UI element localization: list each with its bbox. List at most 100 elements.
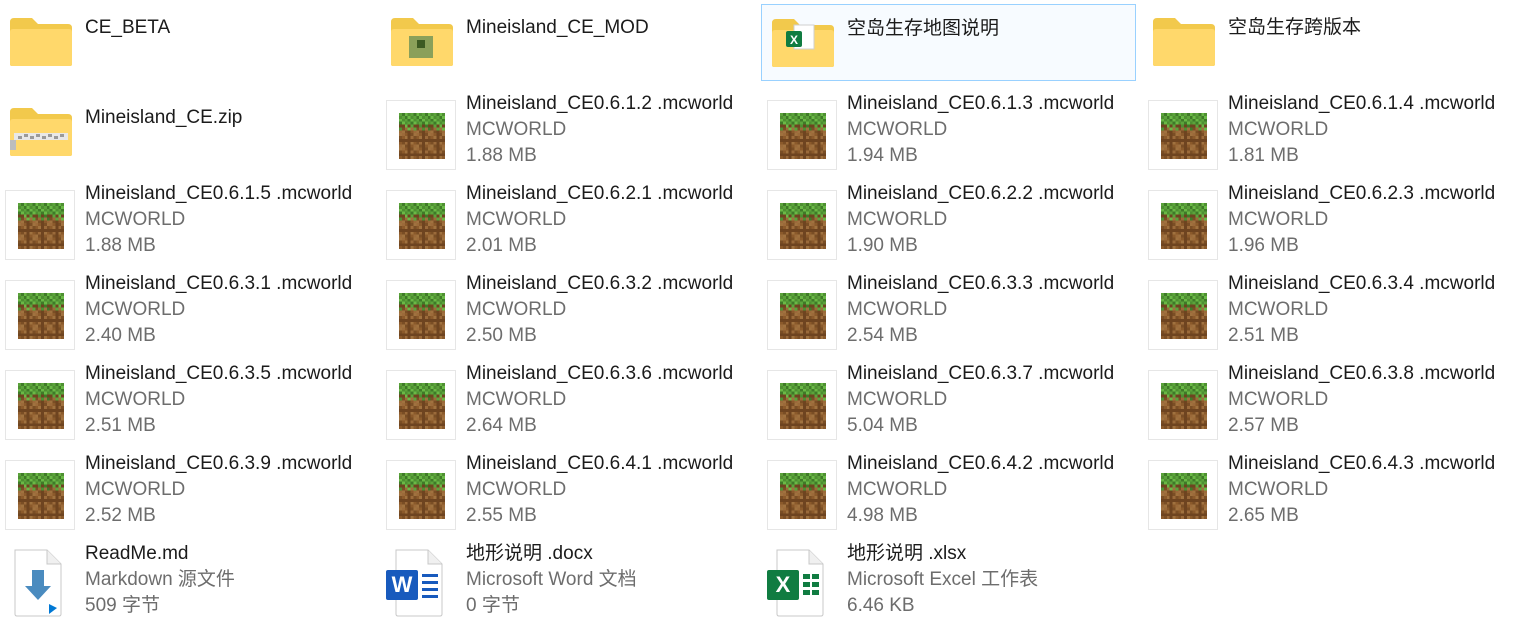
file-size: 1.88 MB: [466, 145, 537, 166]
file-type: Microsoft Excel 工作表: [847, 569, 1039, 590]
file-item[interactable]: Mineisland_CE0.6.1.2 .mcworld MCWORLD 1.88…: [381, 93, 756, 172]
file-size: 0 字节: [466, 595, 520, 616]
file-item[interactable]: Mineisland_CE0.6.4.3 .mcworld MCWORLD 2.65…: [1143, 453, 1518, 532]
file-name: Mineisland_CE0.6.4.2 .mcworld: [847, 453, 1115, 474]
file-name: Mineisland_CE0.6.2.3 .mcworld: [1228, 183, 1496, 204]
file-type: MCWORLD: [466, 119, 567, 140]
file-item[interactable]: Mineisland_CE0.6.2.2 .mcworld MCWORLD 1.90…: [762, 183, 1137, 262]
svg-text:X: X: [790, 33, 798, 47]
file-type: MCWORLD: [85, 389, 186, 410]
file-item[interactable]: Mineisland_CE0.6.2.1 .mcworld MCWORLD 2.01…: [381, 183, 756, 262]
file-item[interactable]: Mineisland_CE0.6.1.4 .mcworld MCWORLD 1.81…: [1143, 93, 1518, 172]
file-name: Mineisland_CE0.6.2.1 .mcworld: [466, 183, 734, 204]
file-item[interactable]: Mineisland_CE0.6.2.3 .mcworld MCWORLD 1.96…: [1143, 183, 1518, 262]
file-item[interactable]: Mineisland_CE0.6.1.5 .mcworld MCWORLD 1.88…: [0, 183, 375, 262]
file-grid: CE_BETA Mineisland_CE_MOD X 空岛生存地图说明 空岛生…: [0, 0, 1538, 637]
minecraft-world-icon: [767, 370, 837, 440]
file-item[interactable]: CE_BETA: [0, 4, 375, 82]
file-item[interactable]: Mineisland_CE0.6.3.2 .mcworld MCWORLD 2.50…: [381, 273, 756, 352]
file-name: Mineisland_CE.zip: [85, 107, 243, 128]
minecraft-world-icon: [767, 280, 837, 350]
markdown-file-icon: [5, 548, 65, 623]
file-name: Mineisland_CE0.6.1.3 .mcworld: [847, 93, 1115, 114]
file-size: 2.65 MB: [1228, 505, 1299, 526]
file-size: 6.46 KB: [847, 595, 915, 616]
file-name: Mineisland_CE0.6.3.2 .mcworld: [466, 273, 734, 294]
file-size: 1.96 MB: [1228, 235, 1299, 256]
file-name: Mineisland_CE0.6.1.5 .mcworld: [85, 183, 353, 204]
minecraft-world-icon: [1148, 100, 1218, 170]
file-size: 2.01 MB: [466, 235, 537, 256]
file-item[interactable]: X 地形说明 .xlsx Microsoft Excel 工作表 6.46 KB: [762, 543, 1137, 622]
file-item[interactable]: Mineisland_CE0.6.3.7 .mcworld MCWORLD 5.04…: [762, 363, 1137, 442]
file-type: MCWORLD: [1228, 389, 1329, 410]
minecraft-world-icon: [767, 100, 837, 170]
file-name: CE_BETA: [85, 17, 171, 38]
file-type: MCWORLD: [1228, 479, 1329, 500]
file-item[interactable]: Mineisland_CE0.6.1.3 .mcworld MCWORLD 1.94…: [762, 93, 1137, 172]
file-size: 2.54 MB: [847, 325, 918, 346]
file-size: 1.81 MB: [1228, 145, 1299, 166]
file-item[interactable]: 空岛生存跨版本: [1143, 4, 1518, 82]
file-size: 2.52 MB: [85, 505, 156, 526]
file-type: MCWORLD: [847, 299, 948, 320]
file-item[interactable]: Mineisland_CE0.6.3.6 .mcworld MCWORLD 2.64…: [381, 363, 756, 442]
file-item[interactable]: Mineisland_CE0.6.3.8 .mcworld MCWORLD 2.57…: [1143, 363, 1518, 442]
file-name: Mineisland_CE0.6.3.5 .mcworld: [85, 363, 353, 384]
file-item[interactable]: Mineisland_CE_MOD: [381, 4, 756, 82]
minecraft-world-icon: [386, 280, 456, 350]
file-size: 2.51 MB: [1228, 325, 1299, 346]
file-size: 1.94 MB: [847, 145, 918, 166]
minecraft-world-icon: [5, 190, 75, 260]
file-item[interactable]: Mineisland_CE0.6.3.1 .mcworld MCWORLD 2.40…: [0, 273, 375, 352]
minecraft-world-icon: [1148, 370, 1218, 440]
file-type: MCWORLD: [85, 209, 186, 230]
minecraft-world-icon: [386, 370, 456, 440]
folder-icon: [389, 16, 455, 73]
file-item[interactable]: Mineisland_CE0.6.3.3 .mcworld MCWORLD 2.54…: [762, 273, 1137, 352]
word-document-icon: W: [386, 548, 446, 623]
minecraft-world-icon: [5, 370, 75, 440]
file-type: MCWORLD: [466, 299, 567, 320]
file-name: 地形说明 .xlsx: [847, 543, 967, 564]
file-size: 2.40 MB: [85, 325, 156, 346]
file-type: MCWORLD: [847, 389, 948, 410]
file-item[interactable]: Mineisland_CE0.6.3.5 .mcworld MCWORLD 2.51…: [0, 363, 375, 442]
file-type: MCWORLD: [847, 119, 948, 140]
file-item[interactable]: Mineisland_CE0.6.3.4 .mcworld MCWORLD 2.51…: [1143, 273, 1518, 352]
file-type: MCWORLD: [466, 479, 567, 500]
file-size: 5.04 MB: [847, 415, 918, 436]
file-name: Mineisland_CE0.6.4.1 .mcworld: [466, 453, 734, 474]
file-item[interactable]: W 地形说明 .docx Microsoft Word 文档 0 字节: [381, 543, 756, 623]
minecraft-world-icon: [1148, 280, 1218, 350]
file-name: 地形说明 .docx: [466, 543, 593, 564]
file-type: MCWORLD: [1228, 119, 1329, 140]
file-item[interactable]: ReadMe.md Markdown 源文件 509 字节: [0, 543, 375, 623]
file-size: 2.64 MB: [466, 415, 537, 436]
file-item[interactable]: X 空岛生存地图说明: [761, 4, 1136, 81]
file-item[interactable]: Mineisland_CE0.6.4.2 .mcworld MCWORLD 4.98…: [762, 453, 1137, 532]
file-name: Mineisland_CE0.6.1.2 .mcworld: [466, 93, 734, 114]
file-type: MCWORLD: [1228, 209, 1329, 230]
file-size: 2.50 MB: [466, 325, 537, 346]
file-name: Mineisland_CE_MOD: [466, 17, 649, 38]
file-type: Markdown 源文件: [85, 569, 235, 590]
file-name: Mineisland_CE0.6.3.9 .mcworld: [85, 453, 353, 474]
file-size: 509 字节: [85, 595, 160, 616]
file-item[interactable]: Mineisland_CE.zip: [0, 94, 375, 172]
file-name: 空岛生存跨版本: [1228, 17, 1362, 38]
file-name: 空岛生存地图说明: [847, 18, 1000, 39]
file-type: MCWORLD: [847, 479, 948, 500]
file-type: MCWORLD: [1228, 299, 1329, 320]
folder-icon: [8, 16, 74, 73]
folder-icon: [1151, 16, 1217, 73]
file-size: 2.57 MB: [1228, 415, 1299, 436]
file-name: Mineisland_CE0.6.4.3 .mcworld: [1228, 453, 1496, 474]
file-name: ReadMe.md: [85, 543, 189, 564]
file-item[interactable]: Mineisland_CE0.6.3.9 .mcworld MCWORLD 2.52…: [0, 453, 375, 532]
minecraft-world-icon: [386, 190, 456, 260]
file-type: MCWORLD: [466, 389, 567, 410]
file-name: Mineisland_CE0.6.2.2 .mcworld: [847, 183, 1115, 204]
file-size: 2.55 MB: [466, 505, 537, 526]
file-item[interactable]: Mineisland_CE0.6.4.1 .mcworld MCWORLD 2.55…: [381, 453, 756, 532]
